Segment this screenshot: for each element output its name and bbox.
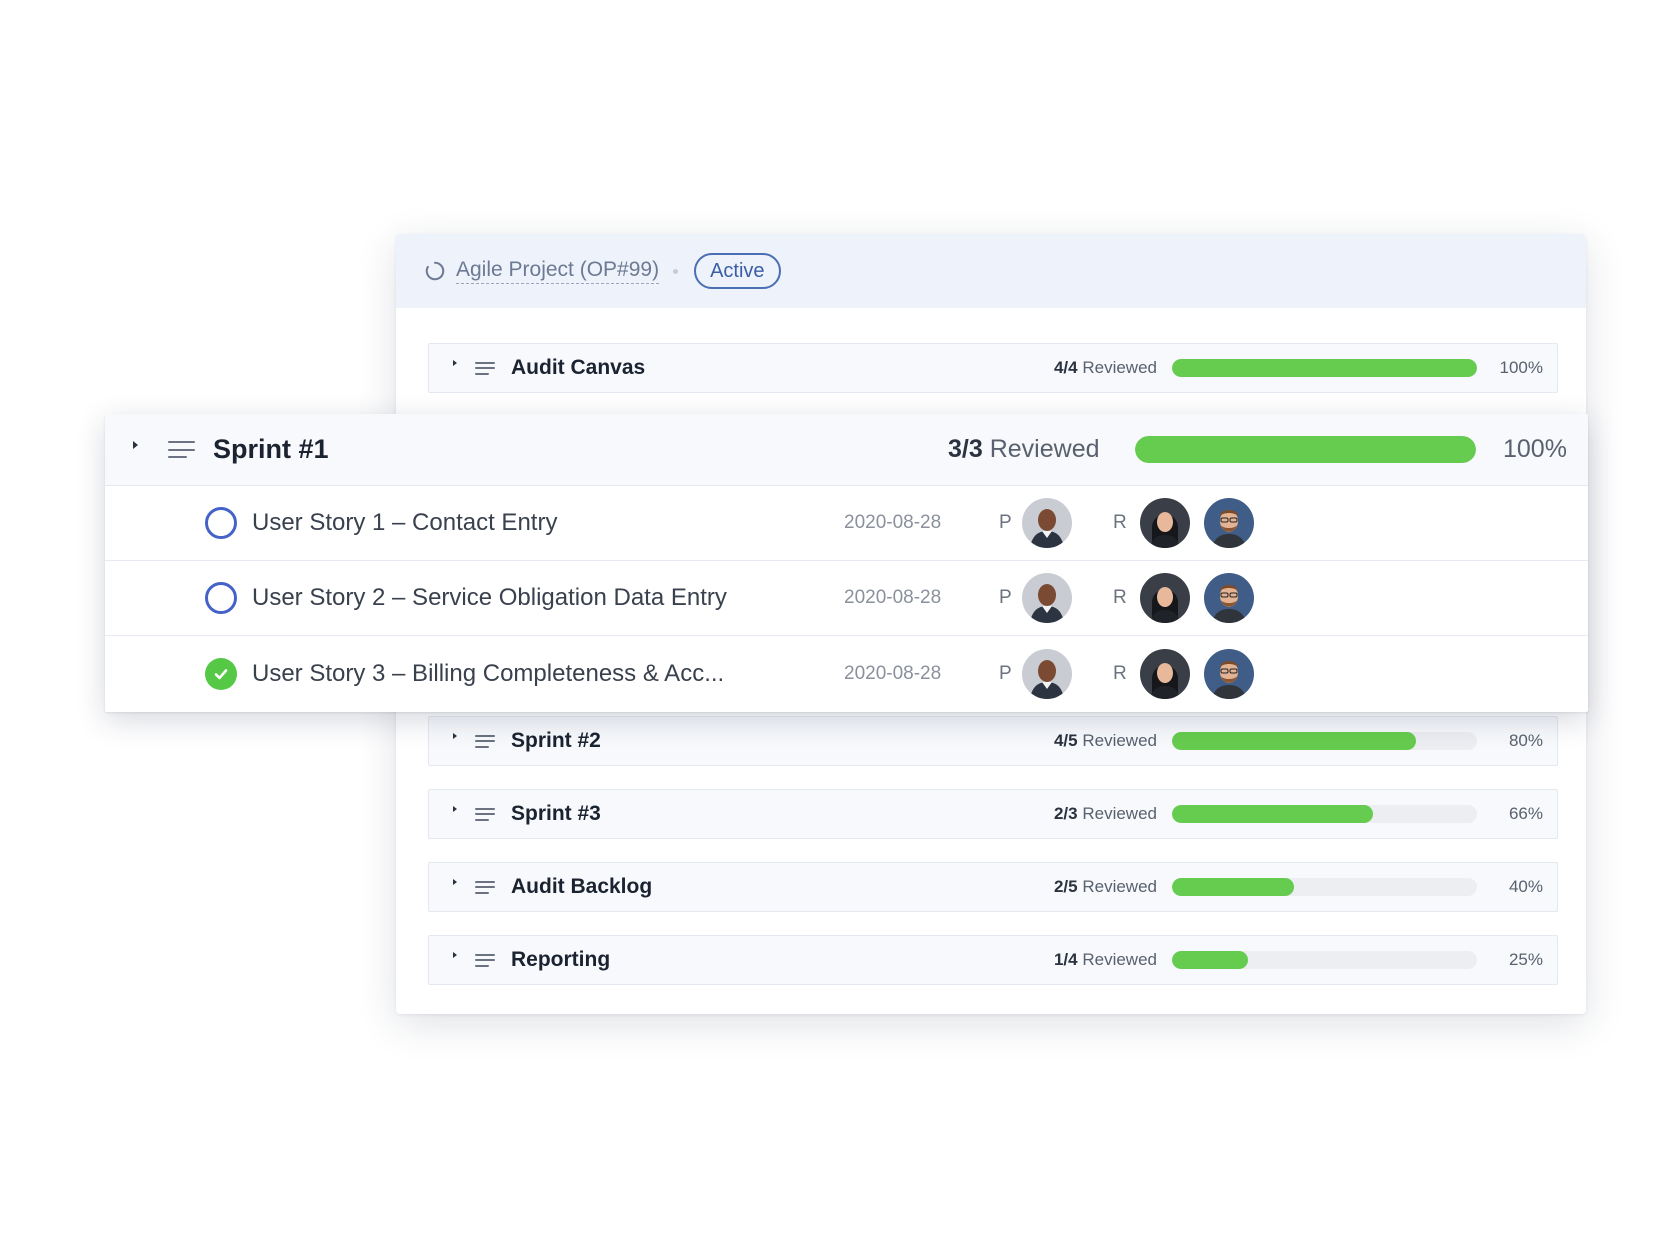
group-row-sprint-3[interactable]: Sprint #3 2/3 Reviewed 66% [428,789,1558,839]
group-row-sprint-2[interactable]: Sprint #2 4/5 Reviewed 80% [428,716,1558,766]
list-icon [475,880,495,894]
avatar-preparer[interactable] [1022,498,1072,548]
avatar-reviewer-2[interactable] [1204,648,1254,699]
reviewer-label: R [1113,512,1127,533]
progress-bar [1135,436,1476,463]
list-icon [168,441,195,458]
group-name: Sprint #2 [511,729,601,752]
reviewed-count: 4/4 Reviewed [1053,358,1157,377]
reviewed-count: 4/5 Reviewed [1053,731,1157,750]
caret-right-icon[interactable] [133,440,138,449]
sprint-1-expanded-card: Sprint #1 3/3 Reviewed 100% User Story 1… [105,414,1588,712]
avatar-preparer[interactable] [1022,573,1072,623]
group-row-audit-backlog[interactable]: Audit Backlog 2/5 Reviewed 40% [428,862,1558,912]
avatar-reviewer-2[interactable] [1204,498,1254,548]
separator-dot [673,268,679,274]
avatar-preparer[interactable] [1022,648,1072,699]
avatar-reviewer-1[interactable] [1140,648,1190,699]
caret-right-icon[interactable] [453,952,457,958]
avatar-reviewer-1[interactable] [1140,573,1190,623]
list-icon [475,734,495,748]
preparer-label: P [999,662,1012,684]
progress-percent: 66% [1508,804,1543,823]
progress-percent: 40% [1508,877,1543,896]
reviewer-label: R [1113,587,1127,608]
check-glyph-icon [214,668,228,679]
preparer-label: P [999,587,1012,608]
progress-percent: 100% [1499,358,1543,377]
caret-right-icon[interactable] [453,733,457,739]
preparer-label: P [999,512,1012,533]
caret-right-icon[interactable] [453,806,457,812]
progress-bar [1172,359,1477,377]
caret-right-icon[interactable] [453,360,457,366]
group-name: Audit Canvas [511,356,646,379]
group-name: Reporting [511,948,611,971]
sprint-1-header[interactable]: Sprint #1 3/3 Reviewed 100% [105,414,1588,486]
sprint-title: Sprint #1 [213,434,329,464]
caret-right-icon[interactable] [453,879,457,885]
story-title[interactable]: User Story 2 – Service Obligation Data E… [252,584,727,612]
progress-percent: 25% [1508,950,1543,969]
story-date: 2020-08-28 [844,587,942,608]
avatar-reviewer-1[interactable] [1140,498,1190,548]
story-row[interactable]: User Story 1 – Contact Entry 2020-08-28 … [105,486,1588,561]
list-icon [475,953,495,967]
group-row-reporting[interactable]: Reporting 1/4 Reviewed 25% [428,935,1558,985]
story-date: 2020-08-28 [844,512,942,533]
story-row[interactable]: User Story 2 – Service Obligation Data E… [105,561,1588,636]
progress-percent: 100% [1503,435,1567,463]
open-status-icon[interactable] [205,582,237,614]
reviewed-count: 2/5 Reviewed [1053,877,1157,896]
progress-bar [1172,732,1477,750]
list-icon [475,807,495,821]
spinner-icon [425,261,445,281]
progress-percent: 80% [1508,731,1543,750]
status-badge[interactable]: Active [694,253,781,289]
story-row[interactable]: User Story 3 – Billing Completeness & Ac… [105,636,1588,711]
story-title[interactable]: User Story 3 – Billing Completeness & Ac… [252,660,724,688]
progress-bar [1172,951,1477,969]
reviewed-count: 2/3 Reviewed [1053,804,1157,823]
checkmark-icon[interactable] [205,657,237,690]
open-status-icon[interactable] [205,507,237,539]
group-name: Sprint #3 [511,802,601,825]
story-date: 2020-08-28 [844,662,942,684]
story-title[interactable]: User Story 1 – Contact Entry [252,509,557,537]
project-header: Agile Project (OP#99) Active [396,234,1586,308]
reviewed-count: 1/4 Reviewed [1053,950,1157,969]
reviewer-label: R [1113,662,1127,684]
reviewed-count: 3/3 Reviewed [948,435,1100,463]
group-row-audit-canvas[interactable]: Audit Canvas 4/4 Reviewed 100% [428,343,1558,393]
group-name: Audit Backlog [511,875,653,898]
avatar-reviewer-2[interactable] [1204,573,1254,623]
progress-bar [1172,878,1477,896]
project-title-link[interactable]: Agile Project (OP#99) [456,258,660,284]
list-icon [475,361,495,375]
progress-bar [1172,805,1477,823]
